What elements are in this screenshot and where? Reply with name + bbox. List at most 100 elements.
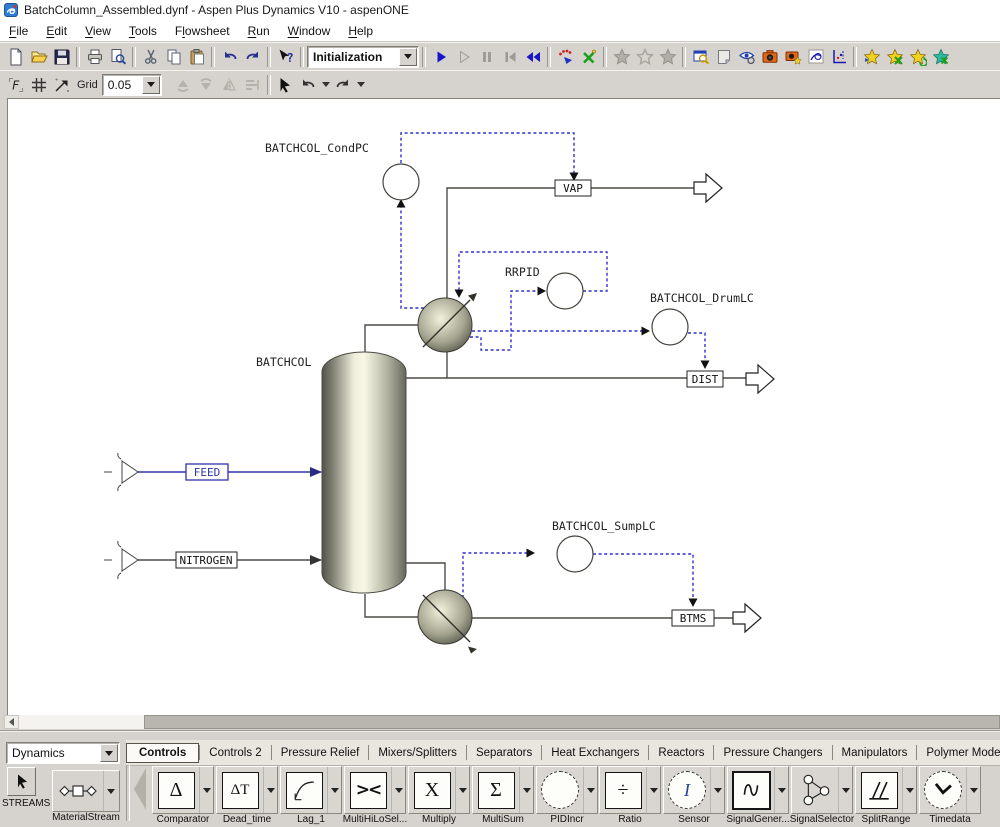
dist-outlet-arrow[interactable] [746, 365, 774, 393]
tab-pressure-relief[interactable]: Pressure Relief [272, 747, 369, 759]
lag-1-dropdown[interactable] [327, 767, 341, 813]
sensor-dropdown[interactable] [710, 767, 724, 813]
materialstream-button[interactable] [52, 770, 120, 812]
multisum-dropdown[interactable] [519, 767, 533, 813]
menu-view[interactable]: View [76, 22, 120, 40]
condpc-controller-block[interactable] [383, 164, 419, 200]
menu-file[interactable]: File [0, 22, 37, 40]
simulation-mode-dropdown-button[interactable] [100, 744, 118, 762]
open-file-button[interactable] [27, 46, 50, 68]
select-pointer-button[interactable] [7, 767, 36, 796]
condpc-measure-line[interactable] [401, 204, 424, 308]
redo-dropdown-button[interactable] [355, 74, 367, 96]
pause-button[interactable] [475, 46, 498, 68]
tab-polymer-models[interactable]: Polymer Models [917, 747, 1000, 759]
batchcol-column-block[interactable] [322, 352, 406, 593]
signalselector-dropdown[interactable] [838, 767, 852, 813]
star-delete-button[interactable] [883, 46, 906, 68]
redo-history-button[interactable] [332, 74, 355, 96]
vap-outlet-arrow[interactable] [694, 174, 722, 202]
condpc-output-line[interactable] [401, 133, 574, 176]
cut-button[interactable] [139, 46, 162, 68]
camera-button[interactable] [758, 46, 781, 68]
star-refresh-button[interactable] [906, 46, 929, 68]
sumplc-controller-block[interactable] [557, 536, 593, 572]
save-button[interactable] [50, 46, 73, 68]
btms-outlet-arrow[interactable] [733, 604, 761, 632]
plot-axes-button[interactable] [827, 46, 850, 68]
multiply-dropdown[interactable] [455, 767, 469, 813]
menu-window[interactable]: Window [279, 22, 340, 40]
run-options-button[interactable] [554, 46, 577, 68]
tab-pressure-changers[interactable]: Pressure Changers [714, 747, 831, 759]
print-button[interactable] [83, 46, 106, 68]
ratio-dropdown[interactable] [646, 767, 660, 813]
undo-history-button[interactable] [297, 74, 320, 96]
boilup-return-line[interactable] [365, 594, 418, 617]
sumplc-measure-line[interactable] [463, 553, 530, 598]
star-compare-button[interactable] [929, 46, 952, 68]
pidincr-dropdown[interactable] [583, 767, 597, 813]
flowsheet-canvas[interactable]: VAP DIST BTMS FEED NITROGEN BATCHCOL_Con… [7, 98, 1000, 715]
select-mode-button[interactable] [274, 74, 297, 96]
tab-reactors[interactable]: Reactors [649, 747, 713, 759]
simulation-mode-combobox[interactable]: Dynamics [6, 742, 120, 764]
plot-curve-button[interactable] [804, 46, 827, 68]
rrpid-measure-line[interactable] [470, 291, 540, 350]
reboiler-exchanger-block[interactable] [418, 590, 477, 654]
interrupt-solver-button[interactable] [577, 46, 600, 68]
grid-size-dropdown-button[interactable] [142, 76, 160, 94]
step-button[interactable] [452, 46, 475, 68]
model-timedata[interactable]: Timedata [918, 765, 982, 827]
column-to-reboiler-line[interactable] [406, 563, 445, 591]
feed-source-symbol[interactable] [104, 453, 138, 491]
rrpid-controller-block[interactable] [547, 273, 583, 309]
document-curl-button[interactable] [712, 46, 735, 68]
tab-mixers-splitters[interactable]: Mixers/Splitters [369, 747, 466, 759]
splitrange-dropdown[interactable] [902, 767, 916, 813]
tab-controls-2[interactable]: Controls 2 [200, 747, 270, 759]
snap-to-grid-button[interactable] [50, 74, 73, 96]
drumlc-controller-block[interactable] [652, 309, 688, 345]
restart-button[interactable] [498, 46, 521, 68]
paste-button[interactable] [185, 46, 208, 68]
materialstream-dropdown-button[interactable] [103, 771, 117, 811]
copy-button[interactable] [162, 46, 185, 68]
help-pointer-button[interactable]: ? [274, 46, 297, 68]
menu-tools[interactable]: Tools [120, 22, 166, 40]
menu-help[interactable]: Help [339, 22, 382, 40]
print-preview-button[interactable] [106, 46, 129, 68]
tab-separators[interactable]: Separators [467, 747, 541, 759]
camera-star-button[interactable] [781, 46, 804, 68]
nitrogen-source-symbol[interactable] [104, 541, 138, 579]
rewind-button[interactable] [521, 46, 544, 68]
signalgenerator-dropdown[interactable] [774, 767, 788, 813]
multihilosel-dropdown[interactable] [391, 767, 405, 813]
zoom-frame-button[interactable]: F [4, 74, 27, 96]
new-document-button[interactable] [4, 46, 27, 68]
undo-dropdown-button[interactable] [320, 74, 332, 96]
column-to-condenser-line[interactable] [365, 325, 420, 353]
tab-manipulators[interactable]: Manipulators [833, 747, 917, 759]
comparator-dropdown[interactable] [199, 767, 213, 813]
drumlc-output-line[interactable] [688, 333, 705, 364]
sumplc-output-line[interactable] [593, 554, 693, 602]
canvas-horizontal-scrollbar[interactable] [4, 715, 1000, 729]
menu-flowsheet[interactable]: Flowsheet [166, 22, 239, 40]
find-window-button[interactable] [689, 46, 712, 68]
dead-time-dropdown[interactable] [263, 767, 277, 813]
menu-edit[interactable]: Edit [37, 22, 76, 40]
scrollbar-track[interactable] [19, 715, 144, 729]
timedata-dropdown[interactable] [966, 767, 980, 813]
menu-run[interactable]: Run [239, 22, 279, 40]
tab-heat-exchangers[interactable]: Heat Exchangers [542, 747, 648, 759]
undo-button[interactable] [218, 46, 241, 68]
run-mode-combobox[interactable]: Initialization [307, 46, 419, 68]
condenser-exchanger-block[interactable] [418, 293, 477, 352]
star-copy-button[interactable] [860, 46, 883, 68]
redo-button[interactable] [241, 46, 264, 68]
inspect-eye-button[interactable] [735, 46, 758, 68]
run-button[interactable] [429, 46, 452, 68]
tab-controls[interactable]: Controls [126, 743, 199, 763]
scrollbar-thumb[interactable] [144, 715, 1000, 729]
